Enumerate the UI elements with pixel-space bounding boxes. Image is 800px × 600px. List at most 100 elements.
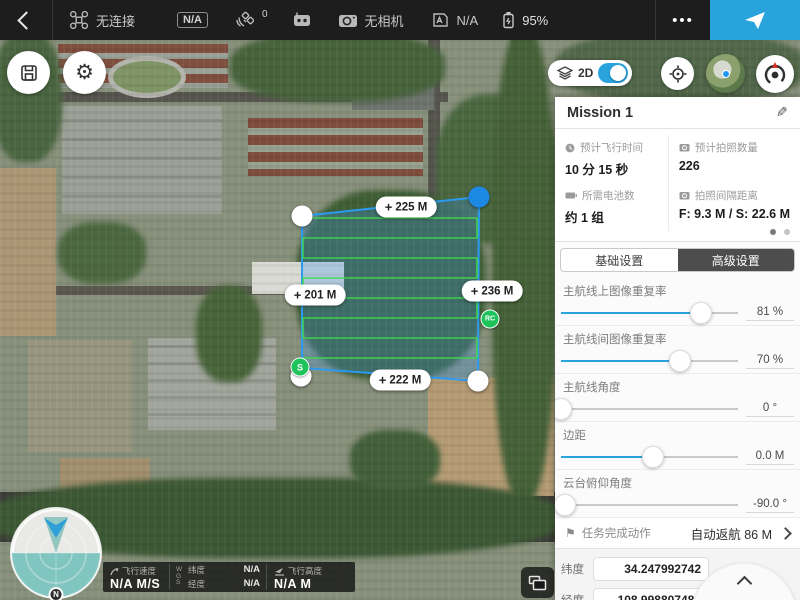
slider-gimbal-pitch: 云台俯仰角度 -90.0 ° xyxy=(555,470,800,518)
attitude-compass-widget[interactable]: N xyxy=(8,505,104,600)
finish-action-value: 自动返航 86 M xyxy=(691,524,772,543)
locate-button[interactable] xyxy=(661,57,694,90)
gps-count: 0 xyxy=(262,9,268,20)
slider-value[interactable]: 70 % xyxy=(746,354,794,369)
edge-label-top[interactable]: +225 M xyxy=(376,197,437,218)
mission-header: Mission 1 ✎ xyxy=(555,97,800,129)
slider-front-overlap: 主航线上图像重复率 81 % xyxy=(555,278,800,326)
slider-thumb[interactable] xyxy=(690,302,712,324)
speed-label: 飞行速度 xyxy=(122,565,156,577)
edge-label-bottom[interactable]: +222 M xyxy=(370,370,431,391)
aircraft-connection-status[interactable]: 无连接 xyxy=(69,10,135,30)
slider-track[interactable] xyxy=(561,445,738,469)
connection-status-label: 无连接 xyxy=(96,11,135,30)
map-mode-toggle[interactable] xyxy=(598,63,628,83)
slider-side-overlap: 主航线间图像重复率 70 % xyxy=(555,326,800,374)
save-icon xyxy=(19,63,39,83)
finish-action-label: 任务完成动作 xyxy=(582,525,685,541)
slider-track[interactable] xyxy=(561,349,738,373)
vertex-handle-topright-endpoint[interactable] xyxy=(469,187,490,208)
edge-label-right[interactable]: +236 M xyxy=(462,281,523,302)
vertex-handle-bottomright[interactable] xyxy=(468,371,489,392)
chevron-right-icon xyxy=(779,527,792,540)
image-signal-indicator[interactable]: N/A xyxy=(432,12,479,28)
flag-icon: ⚑ xyxy=(565,526,576,540)
battery-icon xyxy=(565,191,577,200)
start-point-marker[interactable]: S xyxy=(291,358,310,377)
mission-panel: Mission 1 ✎ 预计飞行时间 10 分 15 秒 预计拍照数量 226 xyxy=(555,97,800,600)
north-indicator: N xyxy=(49,587,64,600)
telemetry-lat-value: N/A xyxy=(244,564,260,576)
slider-track[interactable] xyxy=(561,493,738,517)
clock-icon xyxy=(565,143,575,153)
slider-value[interactable]: 0.0 M xyxy=(746,450,794,465)
settings-tabs: 基础设置 高级设置 xyxy=(560,248,795,272)
mission-stats: 预计飞行时间 10 分 15 秒 预计拍照数量 226 所需电池数 约 1 组 xyxy=(555,129,800,242)
coordinates-section: 纬度 经度 xyxy=(555,549,800,600)
slider-thumb[interactable] xyxy=(555,398,572,420)
slider-course-angle: 主航线角度 0 ° xyxy=(555,374,800,422)
camera-icon xyxy=(338,13,358,28)
back-button[interactable] xyxy=(0,0,52,40)
battery-percent: 95% xyxy=(522,13,548,28)
compass-icon xyxy=(761,60,789,88)
overlapping-windows-icon xyxy=(528,575,547,591)
telemetry-lng-value: N/A xyxy=(244,578,260,590)
flight-mode-badge: N/A xyxy=(177,12,208,28)
settings-button[interactable]: ⚙ xyxy=(63,51,106,94)
stats-page-dots[interactable] xyxy=(770,229,790,235)
takeoff-plane-icon xyxy=(743,9,767,31)
vertex-handle-topleft[interactable] xyxy=(292,206,313,227)
camera-icon xyxy=(679,191,690,200)
gear-icon: ⚙ xyxy=(75,60,94,85)
edge-label-left[interactable]: +201 M xyxy=(285,285,346,306)
minimap-location-dot xyxy=(722,70,730,78)
tab-basic-settings[interactable]: 基础设置 xyxy=(561,249,678,271)
map-view-switch-button[interactable] xyxy=(521,567,554,598)
slider-thumb[interactable] xyxy=(642,446,664,468)
slider-label: 主航线间图像重复率 xyxy=(561,331,794,347)
compass-reset-button[interactable] xyxy=(756,55,794,93)
dpad-up-button[interactable] xyxy=(737,576,753,592)
battery-indicator[interactable]: 95% xyxy=(502,11,548,29)
save-mission-button[interactable] xyxy=(7,51,50,94)
slider-value[interactable]: 81 % xyxy=(746,306,794,321)
rc-indicator[interactable] xyxy=(292,12,312,28)
slider-value[interactable]: -90.0 ° xyxy=(746,498,794,513)
more-menu-button[interactable]: ••• xyxy=(656,0,710,40)
telemetry-lng-label: 经度 xyxy=(188,578,205,590)
minimap-button[interactable] xyxy=(706,54,745,93)
slider-track[interactable] xyxy=(561,397,738,421)
flight-mode-indicator[interactable]: N/A xyxy=(177,12,208,28)
speed-value: N/A M/S xyxy=(110,577,162,591)
map-mode-pill: 2D xyxy=(548,60,632,86)
slider-fill xyxy=(561,456,653,458)
stat-flight-time: 预计飞行时间 10 分 15 秒 xyxy=(555,135,668,183)
stat-photo-count: 预计拍照数量 226 xyxy=(668,135,800,183)
altitude-value: N/A M xyxy=(274,577,342,591)
image-signal-value: N/A xyxy=(457,13,479,28)
altitude-label: 飞行高度 xyxy=(288,565,322,577)
slider-label: 边距 xyxy=(561,427,794,443)
takeoff-button[interactable] xyxy=(710,0,800,40)
slider-fill xyxy=(561,312,701,314)
rc-position-marker[interactable]: RC xyxy=(481,310,500,329)
slider-margin: 边距 0.0 M xyxy=(555,422,800,470)
slider-thumb[interactable] xyxy=(669,350,691,372)
slider-label: 主航线上图像重复率 xyxy=(561,283,794,299)
edit-mission-icon[interactable]: ✎ xyxy=(776,104,788,121)
longitude-label: 经度 xyxy=(561,592,587,600)
slider-value[interactable]: 0 ° xyxy=(746,402,794,417)
camera-indicator[interactable]: 无相机 xyxy=(338,11,404,30)
finish-action-row[interactable]: ⚑ 任务完成动作 自动返航 86 M xyxy=(555,518,800,549)
latitude-field[interactable] xyxy=(593,557,709,581)
gps-indicator[interactable]: 0 xyxy=(234,11,268,29)
tab-advanced-settings[interactable]: 高级设置 xyxy=(678,249,795,271)
map-mode-label: 2D xyxy=(578,66,593,80)
top-status-bar: 无连接 N/A 0 无相机 xyxy=(0,0,800,40)
longitude-field[interactable] xyxy=(593,588,709,600)
slider-thumb[interactable] xyxy=(555,494,576,516)
stat-photo-interval: 拍照间隔距离 F: 9.3 M / S: 22.6 M xyxy=(668,183,800,231)
camera-status-label: 无相机 xyxy=(365,11,404,30)
slider-track[interactable] xyxy=(561,301,738,325)
